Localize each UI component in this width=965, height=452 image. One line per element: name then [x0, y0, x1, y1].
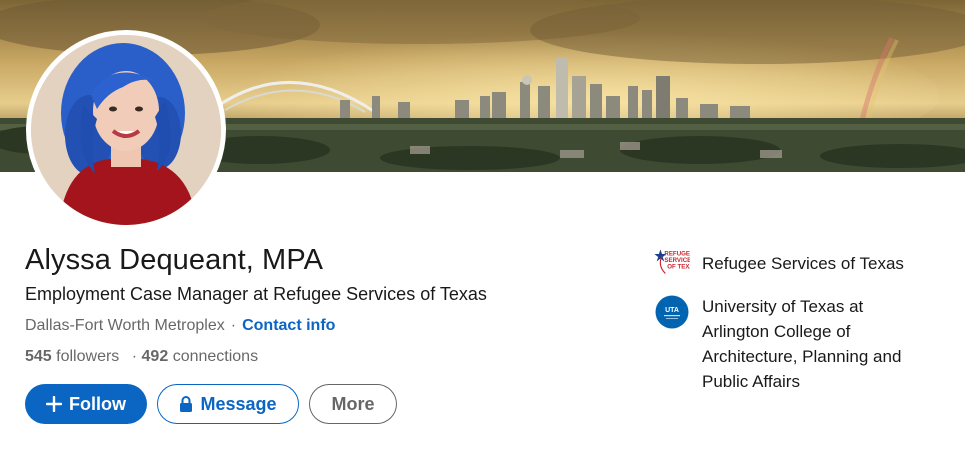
followers-label[interactable]: followers	[56, 348, 119, 365]
rst-logo-line-3: OF TEXAS	[667, 264, 690, 271]
plus-icon	[46, 396, 62, 412]
connections-count: 492	[141, 348, 169, 365]
profile-headline: Employment Case Manager at Refugee Servi…	[25, 284, 487, 304]
connections-label[interactable]: connections	[173, 348, 258, 365]
education-link[interactable]: UTA University of Texas at Arlington Col…	[654, 294, 932, 394]
education-school-name: University of Texas at Arlington College…	[702, 297, 902, 391]
profile-actions: Follow Message More	[25, 384, 397, 424]
followers-count: 545	[25, 348, 52, 365]
refugee-services-of-texas-logo: REFUGEE SERVICES OF TEXAS	[654, 246, 690, 282]
profile-photo[interactable]	[26, 30, 226, 230]
location-separator: ·	[230, 317, 237, 334]
more-button[interactable]: More	[309, 384, 397, 424]
profile-name: Alyssa Dequeant, MPA	[25, 244, 324, 276]
uta-logo: UTA	[654, 294, 690, 330]
avatar-portrait-illustration	[31, 35, 221, 225]
follow-button[interactable]: Follow	[25, 384, 147, 424]
location-row: Dallas-Fort Worth Metroplex · Contact info	[25, 317, 335, 335]
uta-logo-text: UTA	[665, 307, 679, 314]
follow-button-label: Follow	[69, 393, 126, 414]
profile-card: Alyssa Dequeant, MPA Employment Case Man…	[0, 0, 965, 452]
connections-separator: ·	[131, 348, 138, 365]
profile-location: Dallas-Fort Worth Metroplex	[25, 317, 225, 334]
current-company-name: Refugee Services of Texas	[702, 254, 904, 273]
contact-info-link[interactable]: Contact info	[242, 317, 335, 334]
current-company-link[interactable]: REFUGEE SERVICES OF TEXAS Refugee Servic…	[654, 246, 904, 282]
lock-icon	[179, 395, 193, 413]
message-button-label: Message	[200, 393, 277, 414]
message-button[interactable]: Message	[157, 384, 299, 424]
network-row: 545 followers · 492 connections	[25, 348, 258, 366]
